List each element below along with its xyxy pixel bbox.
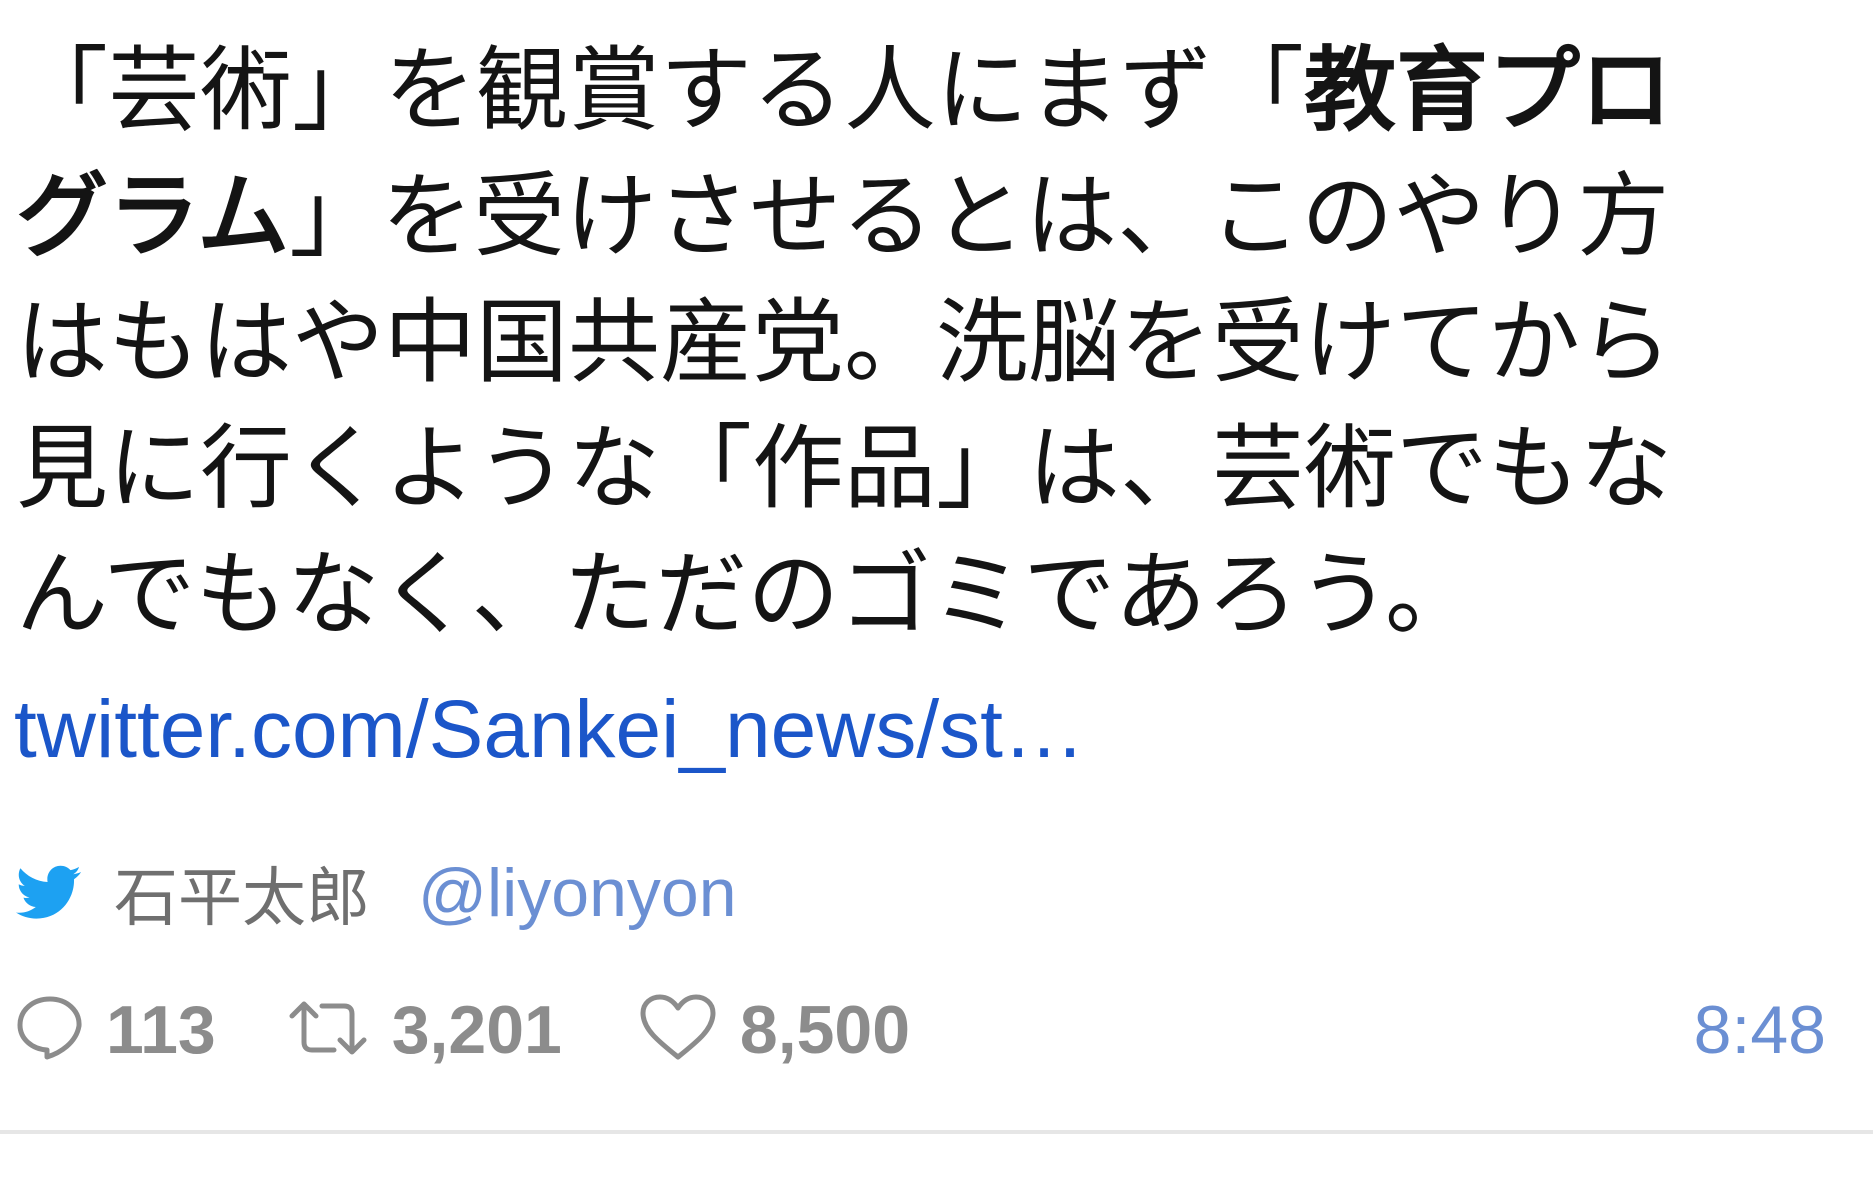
author-display-name[interactable]: 石平太郎 xyxy=(114,847,370,939)
retweet-button[interactable]: 3,201 xyxy=(286,991,562,1069)
tweet-text-part-1: 「芸術」を観賞する人にまず「 xyxy=(16,37,1305,144)
quoted-tweet-link[interactable]: twitter.com/Sankei_news/st… xyxy=(14,680,1085,780)
tweet-actions: 113 3,201 8,500 8:48 xyxy=(16,985,1826,1075)
like-count: 8,500 xyxy=(739,992,911,1068)
reply-count: 113 xyxy=(106,992,216,1068)
author-handle[interactable]: @liyonyon xyxy=(418,854,737,932)
reply-button[interactable]: 113 xyxy=(16,991,216,1069)
retweet-count: 3,201 xyxy=(391,992,562,1068)
tweet-timestamp[interactable]: 8:48 xyxy=(1694,991,1826,1069)
divider xyxy=(0,1130,1873,1134)
author-row[interactable]: 石平太郎 @liyonyon xyxy=(15,847,737,939)
heart-outline-icon xyxy=(638,993,718,1067)
retweet-arrows-icon xyxy=(286,998,370,1062)
tweet-card[interactable]: 「芸術」を観賞する人にまず「教育プログラム」を受けさせるとは、このやり方はもはや… xyxy=(0,0,1873,1190)
like-button[interactable]: 8,500 xyxy=(638,991,910,1069)
tweet-text: 「芸術」を観賞する人にまず「教育プログラム」を受けさせるとは、このやり方はもはや… xyxy=(16,28,1746,658)
twitter-bird-icon xyxy=(15,865,82,921)
reply-bubble-icon xyxy=(16,995,84,1065)
